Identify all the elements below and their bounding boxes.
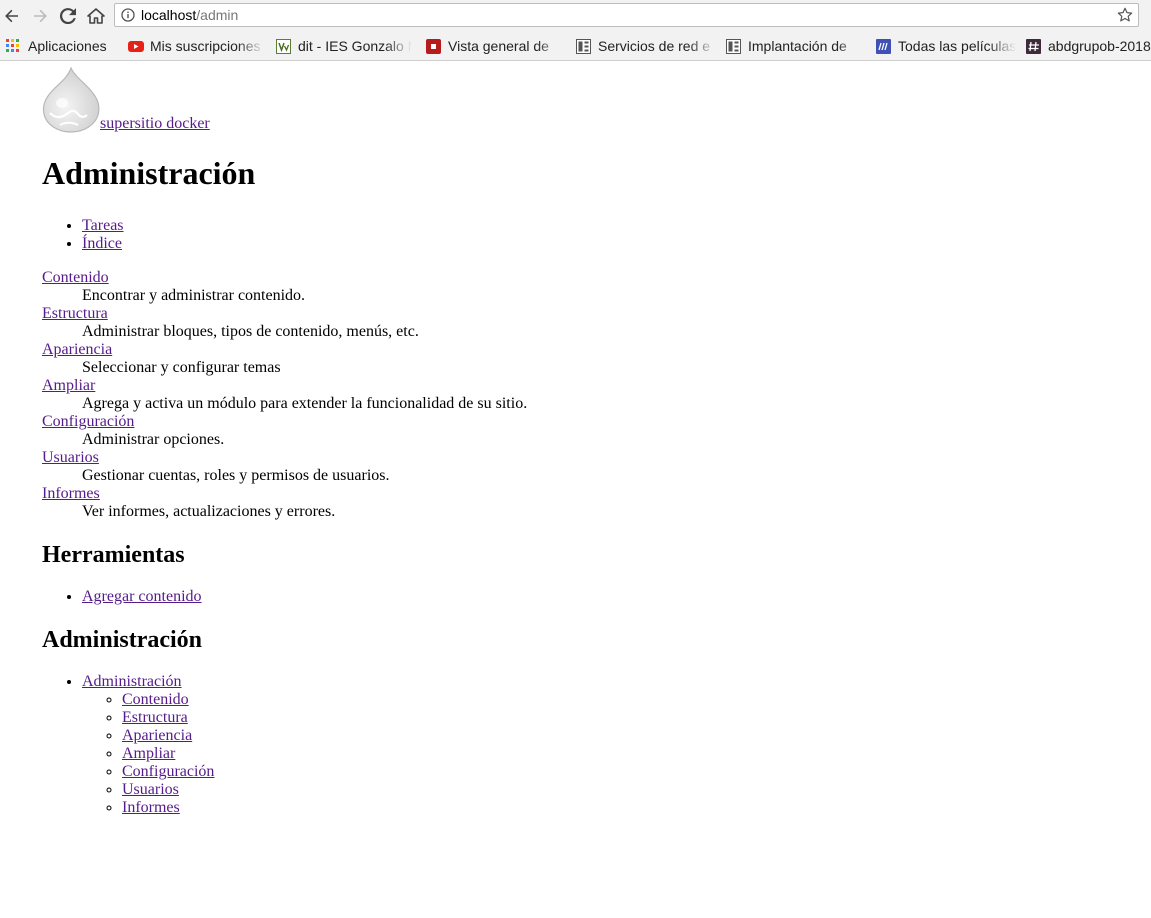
url-host: localhost <box>141 7 197 23</box>
admin-section-list: Contenido Encontrar y administrar conten… <box>42 269 527 521</box>
list-item: Contenido <box>122 691 214 709</box>
url-path: /admin <box>196 7 239 23</box>
bookmark-implantacion[interactable]: Implantación de <box>726 36 864 56</box>
tools-heading: Herramientas <box>42 542 185 568</box>
bookmark-label: Implantación de <box>748 38 847 54</box>
home-button[interactable] <box>84 4 108 28</box>
bookmark-label: dit - IES Gonzalo Nazareno <box>298 38 412 54</box>
admin-section-term: Apariencia <box>42 341 527 359</box>
back-arrow-icon <box>5 9 18 23</box>
tools-list: Agregar contenido <box>42 588 202 606</box>
admin-section-description: Gestionar cuentas, roles y permisos de u… <box>82 467 390 484</box>
menu-link-contenido[interactable]: Contenido <box>122 691 189 708</box>
bookmark-label: Servicios de red e <box>598 38 711 54</box>
bookmark-label: abdgrupob-2018 <box>1048 38 1151 54</box>
back-button[interactable] <box>0 4 24 28</box>
site-home-link[interactable]: supersitio docker <box>42 67 210 133</box>
list-item: Agregar contenido <box>82 588 202 606</box>
bookmark-mis-suscripciones[interactable]: Mis suscripciones <box>128 36 264 56</box>
list-item: Usuarios <box>122 781 214 799</box>
admin-menu-heading: Administración <box>42 627 203 653</box>
list-item: Ampliar <box>122 745 214 763</box>
local-tasks-tabs: Tareas Índice <box>42 217 124 253</box>
youtube-icon <box>128 39 144 53</box>
bookmark-dit-ies[interactable]: dit - IES Gonzalo Nazareno <box>276 36 412 56</box>
tab-tareas-link[interactable]: Tareas <box>82 217 124 234</box>
tab-tareas: Tareas <box>82 217 124 235</box>
apps-grid-icon <box>6 39 20 53</box>
bookmark-aplicaciones[interactable]: Aplicaciones <box>6 36 118 56</box>
browser-toolbar: localhost/admin <box>0 0 1151 32</box>
menu-link-informes[interactable]: Informes <box>122 799 180 816</box>
bookmark-abdgrupob[interactable]: abdgrupob-2018 <box>1026 36 1151 56</box>
bookmark-label: Aplicaciones <box>28 38 107 54</box>
drupal-logo-icon <box>42 67 100 133</box>
bookmark-todas-las-peliculas[interactable]: Todas las películas <box>876 36 1016 56</box>
list-item: Informes <box>122 799 214 817</box>
admin-menu: Administración Contenido Estructura Apar… <box>42 673 214 817</box>
hash-favicon-icon <box>1026 39 1041 54</box>
admin-link-ampliar[interactable]: Ampliar <box>42 377 95 394</box>
site-branding: supersitio docker <box>42 67 210 133</box>
admin-link-configuracion[interactable]: Configuración <box>42 413 134 430</box>
admin-link-contenido[interactable]: Contenido <box>42 269 109 286</box>
site-name: supersitio docker <box>100 115 210 132</box>
bookmark-star-icon[interactable] <box>1117 7 1133 23</box>
admin-section-term: Configuración <box>42 413 527 431</box>
menu-link-ampliar[interactable]: Ampliar <box>122 745 175 762</box>
reload-button[interactable] <box>56 4 80 28</box>
admin-section-term: Estructura <box>42 305 527 323</box>
admin-section-term: Contenido <box>42 269 527 287</box>
blue-favicon-icon <box>876 39 891 54</box>
menu-link-configuracion[interactable]: Configuración <box>122 763 214 780</box>
admin-link-usuarios[interactable]: Usuarios <box>42 449 99 466</box>
list-item: Configuración <box>122 763 214 781</box>
list-item: Administración Contenido Estructura Apar… <box>82 673 214 817</box>
forward-arrow-icon <box>34 9 47 23</box>
admin-section-description: Encontrar y administrar contenido. <box>82 287 306 304</box>
admin-section-description: Administrar opciones. <box>82 431 225 448</box>
menu-link-estructura[interactable]: Estructura <box>122 709 188 726</box>
reload-icon <box>60 8 76 24</box>
bookmarks-bar: Aplicaciones Mis suscripciones dit - IES… <box>0 32 1151 60</box>
browser-chrome: localhost/admin Aplicaciones Mis suscrip… <box>0 0 1151 61</box>
list-item: Apariencia <box>122 727 214 745</box>
admin-link-estructura[interactable]: Estructura <box>42 305 108 322</box>
building-favicon-icon <box>726 39 741 54</box>
list-item: Estructura <box>122 709 214 727</box>
admin-menu-root-link[interactable]: Administración <box>82 673 182 690</box>
building-favicon-icon <box>576 39 591 54</box>
bookmark-servicios-de-red[interactable]: Servicios de red e <box>576 36 716 56</box>
info-icon[interactable] <box>121 8 135 22</box>
bookmark-label: Vista general de <box>448 38 549 54</box>
dit-favicon-icon <box>276 39 291 54</box>
forward-button[interactable] <box>28 4 52 28</box>
page-title: Administración <box>42 155 256 191</box>
home-icon <box>87 8 105 24</box>
admin-submenu: Contenido Estructura Apariencia Ampliar … <box>82 691 214 817</box>
tab-indice: Índice <box>82 235 124 253</box>
menu-link-apariencia[interactable]: Apariencia <box>122 727 192 744</box>
bookmark-label: Mis suscripciones <box>150 38 261 54</box>
bookmark-label: Todas las películas <box>898 38 1016 54</box>
bookmark-vista-general[interactable]: Vista general de <box>426 36 564 56</box>
admin-section-term: Informes <box>42 485 527 503</box>
red-square-favicon-icon <box>426 39 441 54</box>
admin-section-description: Seleccionar y configurar temas <box>82 359 281 376</box>
admin-section-description: Administrar bloques, tipos de contenido,… <box>82 323 419 340</box>
menu-link-usuarios[interactable]: Usuarios <box>122 781 179 798</box>
admin-section-description: Ver informes, actualizaciones y errores. <box>82 503 336 520</box>
admin-section-term: Usuarios <box>42 449 527 467</box>
admin-section-term: Ampliar <box>42 377 527 395</box>
add-content-link[interactable]: Agregar contenido <box>82 588 202 605</box>
admin-section-description: Agrega y activa un módulo para extender … <box>82 395 528 412</box>
address-bar[interactable]: localhost/admin <box>114 3 1139 27</box>
tab-indice-link[interactable]: Índice <box>82 235 122 252</box>
admin-link-informes[interactable]: Informes <box>42 485 100 502</box>
admin-link-apariencia[interactable]: Apariencia <box>42 341 112 358</box>
url-text[interactable]: localhost/admin <box>141 7 238 23</box>
